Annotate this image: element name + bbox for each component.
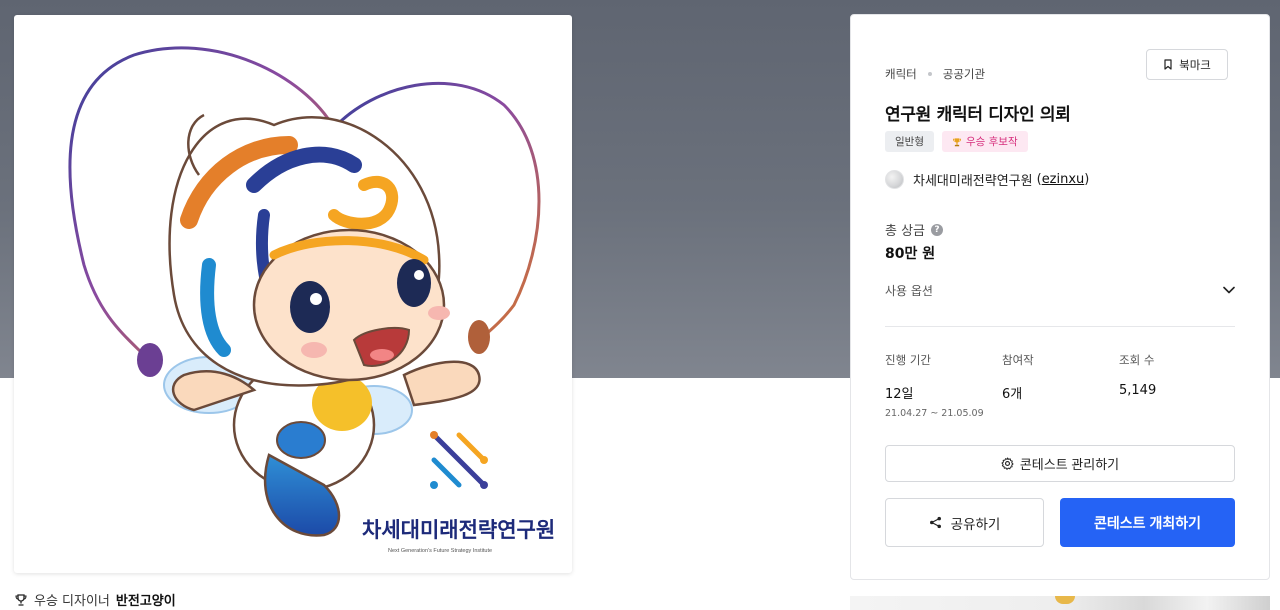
- bookmark-label: 북마크: [1179, 59, 1211, 72]
- bookmark-icon: [1164, 59, 1172, 70]
- host-contest-label: 콘테스트 개최하기: [1094, 514, 1201, 531]
- contest-stats: 진행 기간 12일 21.04.27 ~ 21.05.09 참여작 6개 조회 …: [885, 352, 1245, 419]
- host-name: 차세대미래전략연구원: [913, 174, 1033, 189]
- total-prize-label: 총 상금 ?: [885, 220, 944, 239]
- breadcrumb-separator: [927, 72, 932, 76]
- winner-name[interactable]: 반전고양이: [116, 590, 176, 609]
- stat-label: 조회 수: [1119, 353, 1155, 367]
- divider: [885, 326, 1235, 327]
- award-candidate-badge: 우승 후보작: [941, 131, 1028, 152]
- total-prize-value: 80만 원: [885, 246, 936, 262]
- host-handle-wrapper: (ezinxu): [1036, 172, 1090, 187]
- manage-contest-label: 콘테스트 관리하기: [1019, 457, 1120, 472]
- prize-label-text: 총 상금: [885, 224, 926, 239]
- stat-date-range: 21.04.27 ~ 21.05.09: [885, 408, 984, 419]
- award-candidate-label: 우승 후보작: [965, 136, 1018, 148]
- stat-views: 조회 수 5,149: [1119, 352, 1236, 419]
- stat-label: 참여작: [1002, 353, 1034, 367]
- gear-icon: [1001, 457, 1014, 470]
- stat-duration: 진행 기간 12일 21.04.27 ~ 21.05.09: [885, 352, 1002, 419]
- winning-artwork-image[interactable]: 차세대미래전략연구원 Next Generation's Future Stra…: [14, 15, 572, 573]
- stat-value: 5,149: [1119, 383, 1157, 398]
- organization-logo-icon: [430, 431, 488, 489]
- stat-value: 6개: [1002, 387, 1023, 402]
- breadcrumb-category[interactable]: 캐릭터: [885, 66, 917, 82]
- preview-decoration: [1055, 596, 1075, 604]
- artwork-org-name: 차세대미래전략연구원: [362, 519, 555, 542]
- contest-type-badge: 일반형: [885, 131, 934, 152]
- bookmark-button[interactable]: 북마크: [1146, 49, 1228, 80]
- breadcrumb: 캐릭터 공공기관: [885, 66, 985, 82]
- usage-options-toggle[interactable]: 사용 옵션: [885, 279, 1235, 301]
- winner-designer: 우승 디자이너 반전고양이: [14, 590, 176, 609]
- stat-value: 12일: [885, 387, 914, 402]
- breadcrumb-subcategory[interactable]: 공공기관: [943, 66, 985, 82]
- manage-contest-button[interactable]: 콘테스트 관리하기: [885, 445, 1235, 482]
- trophy-icon: [952, 137, 961, 146]
- contest-badges: 일반형 우승 후보작: [885, 131, 1028, 152]
- usage-options-label: 사용 옵션: [885, 283, 933, 298]
- avatar: [885, 170, 904, 189]
- host-handle[interactable]: ezinxu: [1042, 172, 1085, 187]
- help-icon[interactable]: ?: [931, 223, 944, 236]
- artwork-org-name-en: Next Generation's Future Strategy Instit…: [388, 548, 492, 554]
- contest-info-panel: 캐릭터 공공기관 북마크 연구원 캐릭터 디자인 의뢰 일반형 우승 후보작 차…: [850, 14, 1270, 580]
- mascot-illustration: 차세대미래전략연구원 Next Generation's Future Stra…: [68, 46, 555, 554]
- host-info[interactable]: 차세대미래전략연구원 (ezinxu): [885, 170, 1089, 189]
- share-icon: [929, 516, 941, 529]
- share-label: 공유하기: [950, 516, 1001, 532]
- stat-entries: 참여작 6개: [1002, 352, 1119, 419]
- share-button[interactable]: 공유하기: [885, 498, 1044, 547]
- winner-prefix: 우승 디자이너: [34, 594, 110, 609]
- related-content-preview[interactable]: [850, 596, 1270, 610]
- contest-title: 연구원 캐릭터 디자인 의뢰: [885, 105, 1071, 125]
- host-contest-button[interactable]: 콘테스트 개최하기: [1060, 498, 1235, 547]
- chevron-down-icon: [1223, 286, 1235, 294]
- stat-label: 진행 기간: [885, 353, 931, 367]
- trophy-icon: [15, 593, 27, 606]
